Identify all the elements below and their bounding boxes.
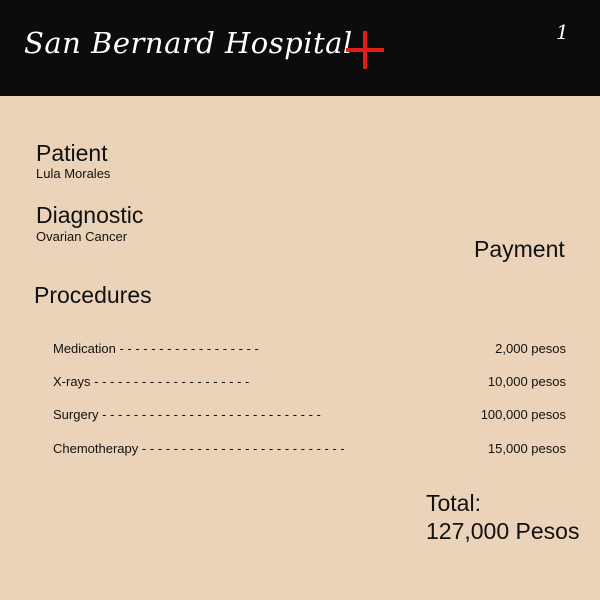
procedure-row: Medication - - - - - - - - - - - - - - -… — [53, 341, 569, 361]
procedures-heading: Procedures — [34, 282, 152, 308]
hospital-header: San Bernard Hospital 1 — [0, 0, 600, 96]
procedure-price: 10,000 pesos — [487, 374, 566, 389]
page-number: 1 — [556, 20, 569, 44]
total-label: Total: — [426, 490, 481, 516]
procedure-price: 100,000 pesos — [480, 407, 566, 422]
procedure-name: Medication - - - - - - - - - - - - - - -… — [53, 341, 259, 356]
procedure-price: 15,000 pesos — [487, 441, 566, 456]
procedure-name: Chemotherapy - - - - - - - - - - - - - -… — [53, 441, 345, 456]
diagnostic-label: Diagnostic — [36, 202, 144, 228]
patient-label: Patient — [36, 140, 108, 166]
payment-heading: Payment — [474, 236, 565, 262]
red-cross-icon — [346, 31, 384, 69]
diagnostic-value: Ovarian Cancer — [36, 229, 128, 244]
patient-name: Lula Morales — [36, 166, 111, 181]
procedure-row: Surgery - - - - - - - - - - - - - - - - … — [53, 407, 569, 427]
hospital-name: San Bernard Hospital — [24, 26, 353, 60]
total-amount: 127,000 Pesos — [426, 518, 580, 544]
procedure-name: X-rays - - - - - - - - - - - - - - - - -… — [53, 374, 250, 389]
procedure-row: X-rays - - - - - - - - - - - - - - - - -… — [53, 374, 569, 394]
procedure-row: Chemotherapy - - - - - - - - - - - - - -… — [53, 441, 569, 461]
procedure-name: Surgery - - - - - - - - - - - - - - - - … — [53, 407, 321, 422]
procedure-price: 2,000 pesos — [495, 341, 566, 356]
